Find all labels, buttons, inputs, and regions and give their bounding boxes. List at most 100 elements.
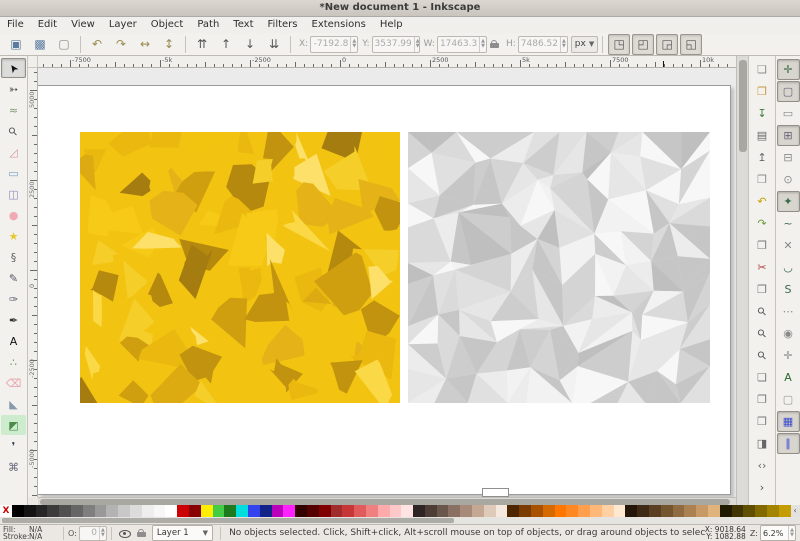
affect-gradients-toggle[interactable]: ◲ — [656, 34, 678, 55]
redo-button[interactable]: ↷ — [751, 213, 774, 234]
spray-tool[interactable]: ∴ — [1, 352, 26, 372]
gradient-tool[interactable]: ◩ — [1, 415, 26, 435]
horizontal-ruler[interactable]: -7500-5k-2500025005k750010k — [38, 56, 736, 68]
menu-filters[interactable]: Filters — [261, 17, 305, 33]
palette-scroll-left-icon[interactable]: ‹ — [791, 505, 800, 517]
new-document-button[interactable]: ❏ — [751, 59, 774, 80]
duplicate-button[interactable]: ❏ — [751, 367, 774, 388]
palette-swatch[interactable] — [543, 505, 555, 517]
palette-swatch[interactable] — [236, 505, 248, 517]
palette-swatch[interactable] — [531, 505, 543, 517]
palette-swatch[interactable] — [24, 505, 36, 517]
palette-swatch[interactable] — [602, 505, 614, 517]
snap-bbox-centers-toggle[interactable]: ⊙ — [777, 169, 800, 190]
palette-swatch[interactable] — [684, 505, 696, 517]
palette-swatch[interactable] — [118, 505, 130, 517]
vertical-ruler[interactable]: 500025000-2500-5000 — [28, 68, 38, 497]
palette-swatch[interactable] — [460, 505, 472, 517]
palette-swatch[interactable] — [331, 505, 343, 517]
copy-button[interactable]: ❐ — [751, 235, 774, 256]
palette-swatch[interactable] — [213, 505, 225, 517]
palette-swatch[interactable] — [566, 505, 578, 517]
palette-swatch[interactable] — [413, 505, 425, 517]
palette-swatch[interactable] — [378, 505, 390, 517]
undo-button[interactable]: ↶ — [751, 191, 774, 212]
palette-swatch[interactable] — [283, 505, 295, 517]
snap-nodes-toggle[interactable]: ✦ — [777, 191, 800, 212]
box3d-tool[interactable]: ◫ — [1, 184, 26, 204]
snap-object-centers-toggle[interactable]: ◉ — [777, 323, 800, 344]
flip-horizontal[interactable]: ↔ — [134, 34, 156, 55]
rectangle-tool[interactable]: ▭ — [1, 163, 26, 183]
vertical-scrollbar[interactable] — [736, 56, 748, 505]
palette-swatch[interactable] — [295, 505, 307, 517]
palette-swatch[interactable] — [224, 505, 236, 517]
unlink-clone-button[interactable]: ❒ — [751, 411, 774, 432]
clone-button[interactable]: ❐ — [751, 389, 774, 410]
units-dropdown[interactable]: px ▼ — [571, 36, 598, 53]
text-tool[interactable]: A — [1, 331, 26, 351]
palette-swatch[interactable] — [59, 505, 71, 517]
bezier-tool[interactable]: ✑ — [1, 289, 26, 309]
x-field[interactable]: -7192.8 ▲▼ — [310, 36, 358, 53]
raise-to-top[interactable]: ⇈ — [191, 34, 213, 55]
snap-bbox-edge-midpoints-toggle[interactable]: ⊟ — [777, 147, 800, 168]
palette-swatch[interactable] — [154, 505, 166, 517]
menu-path[interactable]: Path — [190, 17, 226, 33]
snap-bbox-corners-toggle[interactable]: ⊞ — [777, 125, 800, 146]
rotate-ccw[interactable]: ↶ — [86, 34, 108, 55]
paste-button[interactable]: ❒ — [751, 279, 774, 300]
selector-tool[interactable]: ➤ — [1, 58, 26, 78]
palette-swatch[interactable] — [743, 505, 755, 517]
layer-visibility-eye-icon[interactable] — [119, 529, 131, 538]
palette-swatch[interactable] — [354, 505, 366, 517]
paint-bucket-tool[interactable]: ◣ — [1, 394, 26, 414]
xml-editor-button[interactable]: ‹› — [751, 455, 774, 476]
snap-bbox-toggle[interactable]: ▢ — [777, 81, 800, 102]
document-properties-button[interactable]: ❒ — [751, 169, 774, 190]
palette-swatch[interactable] — [720, 505, 732, 517]
palette-swatch[interactable] — [732, 505, 744, 517]
zoom-spinner[interactable]: ▲▼ — [788, 526, 795, 540]
menu-text[interactable]: Text — [226, 17, 260, 33]
snap-rotation-centers-toggle[interactable]: ✛ — [777, 345, 800, 366]
palette-swatch[interactable] — [614, 505, 626, 517]
height-field[interactable]: 7486.52 ▲▼ — [518, 36, 568, 53]
affect-corners-toggle[interactable]: ◰ — [632, 34, 654, 55]
palette-swatch[interactable] — [390, 505, 402, 517]
palette-swatch[interactable] — [519, 505, 531, 517]
zoom-field[interactable]: 6.2% ▲▼ — [760, 525, 796, 541]
palette-swatch[interactable] — [36, 505, 48, 517]
palette-swatch[interactable] — [401, 505, 413, 517]
lower[interactable]: ↓ — [239, 34, 261, 55]
titlebar[interactable]: *New document 1 - Inkscape — [0, 0, 800, 17]
palette-swatch[interactable] — [673, 505, 685, 517]
fill-stroke-dialog-button[interactable]: ◨ — [751, 433, 774, 454]
affect-patterns-toggle[interactable]: ◱ — [680, 34, 702, 55]
palette-swatch[interactable] — [578, 505, 590, 517]
snap-grids-toggle[interactable]: ▦ — [777, 411, 800, 432]
height-field-spinner[interactable]: ▲▼ — [560, 37, 567, 52]
width-field[interactable]: 17463.3 ▲▼ — [437, 36, 487, 53]
y-field[interactable]: 3537.99 ▲▼ — [372, 36, 420, 53]
snap-line-midpoints-toggle[interactable]: ⋯ — [777, 301, 800, 322]
pencil-tool[interactable]: ✎ — [1, 268, 26, 288]
palette-swatch[interactable] — [319, 505, 331, 517]
palette-swatch[interactable] — [272, 505, 284, 517]
vertical-scrollbar-thumb[interactable] — [739, 60, 747, 152]
snap-path-intersections-toggle[interactable]: ✕ — [777, 235, 800, 256]
current-layer-dropdown[interactable]: Layer 1 ▼ — [152, 525, 213, 541]
node-tool[interactable]: ➳ — [1, 79, 26, 99]
snap-cusp-nodes-toggle[interactable]: ◡ — [777, 257, 800, 278]
dropper-tool[interactable]: ❜ — [1, 436, 26, 456]
calligraphy-tool[interactable]: ✒ — [1, 310, 26, 330]
palette-swatch[interactable] — [106, 505, 118, 517]
palette-swatch[interactable] — [696, 505, 708, 517]
select-all-layers[interactable]: ▩ — [29, 34, 51, 55]
tweak-tool[interactable]: ≈ — [1, 100, 26, 120]
gray-polygon-image[interactable] — [408, 132, 710, 403]
menu-help[interactable]: Help — [373, 17, 410, 33]
palette-swatch[interactable] — [12, 505, 24, 517]
menu-extensions[interactable]: Extensions — [305, 17, 373, 33]
flip-vertical[interactable]: ↕ — [158, 34, 180, 55]
